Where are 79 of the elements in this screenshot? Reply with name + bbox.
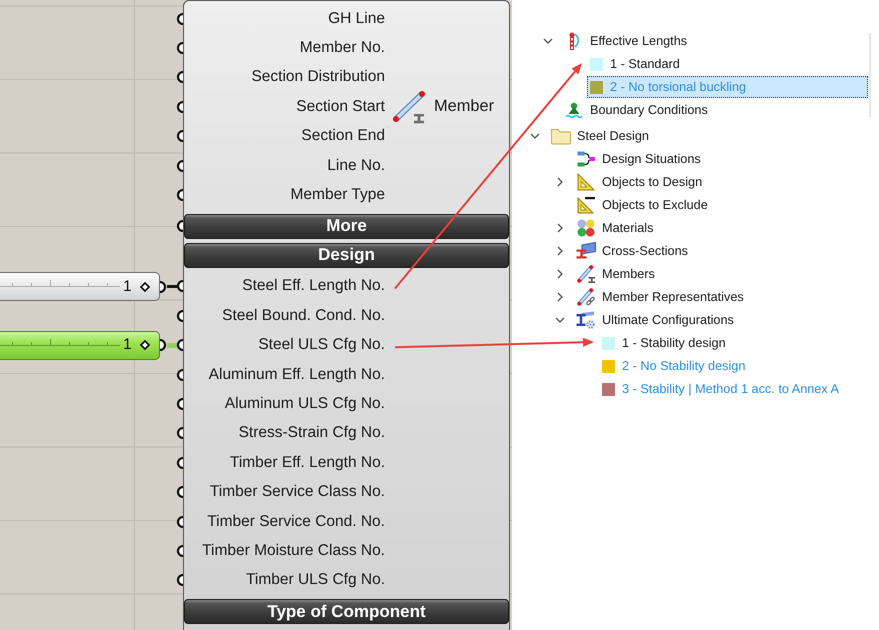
input-port[interactable] bbox=[176, 71, 183, 84]
tree-item[interactable]: 1 - Stability design bbox=[599, 332, 879, 354]
input-port[interactable] bbox=[176, 544, 183, 557]
number-slider[interactable]: 1 bbox=[0, 272, 160, 301]
chevron-right-icon[interactable] bbox=[557, 292, 563, 302]
blocks-arrows-icon bbox=[577, 151, 595, 167]
input-port[interactable] bbox=[176, 574, 183, 586]
input-label: Section Distribution bbox=[251, 68, 385, 86]
chevron-right-icon[interactable] bbox=[557, 177, 563, 187]
chevron-right-icon[interactable] bbox=[557, 223, 563, 233]
member-bar-icon bbox=[577, 265, 595, 283]
number-slider[interactable]: 1 bbox=[0, 330, 160, 360]
set-square-dash-icon bbox=[577, 196, 595, 214]
input-port[interactable] bbox=[176, 189, 183, 202]
input-port[interactable] bbox=[176, 310, 183, 322]
chevron-down-icon[interactable] bbox=[530, 133, 540, 139]
diamond-icon[interactable] bbox=[140, 340, 150, 350]
input-port[interactable] bbox=[176, 398, 183, 410]
input-port[interactable] bbox=[176, 100, 183, 113]
chevron-down-icon[interactable] bbox=[543, 38, 553, 44]
diamond-icon[interactable] bbox=[140, 282, 150, 292]
circles-icon bbox=[577, 219, 595, 237]
bar-chain-icon bbox=[577, 288, 595, 306]
input-label: Timber ULS Cfg No. bbox=[246, 571, 385, 590]
folder-icon bbox=[551, 128, 571, 144]
support-icon bbox=[565, 102, 583, 118]
output-port[interactable] bbox=[160, 339, 167, 352]
input-port[interactable] bbox=[176, 516, 183, 528]
input-label: Timber Service Class No. bbox=[210, 483, 385, 502]
input-label: Member Type bbox=[290, 186, 385, 204]
input-port[interactable] bbox=[176, 130, 183, 142]
tree-item[interactable]: Design Situations bbox=[574, 148, 879, 170]
input-label: Stress-Strain Cfg No. bbox=[238, 424, 385, 442]
input-label: Member No. bbox=[300, 39, 385, 58]
input-label: GH Line bbox=[328, 10, 385, 28]
tree-item[interactable]: Objects to Design bbox=[574, 171, 879, 193]
tree-item[interactable]: 1 - Standard bbox=[587, 53, 868, 75]
input-label: Section Start bbox=[296, 98, 385, 116]
input-label: Steel Bound. Cond. No. bbox=[222, 306, 385, 325]
column-arc-icon bbox=[567, 32, 581, 50]
input-port[interactable] bbox=[176, 12, 183, 25]
output-port[interactable] bbox=[160, 280, 167, 292]
input-label: Aluminum Eff. Length No. bbox=[208, 366, 385, 384]
input-label: Aluminum ULS Cfg No. bbox=[224, 394, 385, 413]
tree-item[interactable]: Objects to Exclude bbox=[574, 194, 879, 216]
input-port[interactable] bbox=[176, 427, 183, 440]
tree-item[interactable]: Member Representatives bbox=[574, 286, 879, 308]
input-label: Steel ULS Cfg No. bbox=[258, 336, 385, 354]
input-port[interactable] bbox=[176, 160, 183, 172]
input-port[interactable] bbox=[176, 42, 183, 54]
section-header-button[interactable]: Design bbox=[184, 242, 509, 268]
tree-item[interactable]: Cross-Sections bbox=[574, 240, 879, 262]
member-bar-icon bbox=[392, 90, 428, 124]
beam-section-icon bbox=[576, 242, 596, 260]
input-label: Section End bbox=[301, 127, 385, 146]
input-label: Timber Service Cond. No. bbox=[207, 512, 385, 531]
input-port[interactable] bbox=[176, 339, 183, 352]
input-label: Line No. bbox=[327, 156, 385, 175]
chevron-down-icon[interactable] bbox=[555, 317, 565, 323]
tree-item[interactable]: Effective Lengths bbox=[562, 30, 868, 52]
input-label: Timber Moisture Class No. bbox=[202, 542, 385, 560]
input-label: Timber Eff. Length No. bbox=[230, 454, 385, 472]
input-port[interactable] bbox=[176, 368, 183, 381]
chevron-right-icon[interactable] bbox=[557, 269, 563, 279]
chevron-right-icon[interactable] bbox=[557, 246, 563, 256]
input-port[interactable] bbox=[176, 456, 183, 469]
input-label: Steel Eff. Length No. bbox=[242, 277, 385, 296]
tree-item[interactable]: Members bbox=[574, 263, 879, 285]
component-title: Member bbox=[434, 97, 494, 116]
beam-gear-icon bbox=[576, 311, 596, 329]
section-header-button[interactable]: More bbox=[184, 214, 509, 239]
input-port[interactable] bbox=[176, 220, 183, 232]
tree-item[interactable]: Steel Design bbox=[549, 125, 879, 147]
input-port[interactable] bbox=[176, 486, 183, 498]
tree-item[interactable]: Boundary Conditions bbox=[562, 99, 868, 121]
tree-item[interactable]: Materials bbox=[574, 217, 879, 239]
section-header-button[interactable]: Type of Component bbox=[184, 599, 509, 624]
tree-item[interactable]: Ultimate Configurations bbox=[574, 309, 879, 331]
input-port[interactable] bbox=[176, 280, 183, 292]
